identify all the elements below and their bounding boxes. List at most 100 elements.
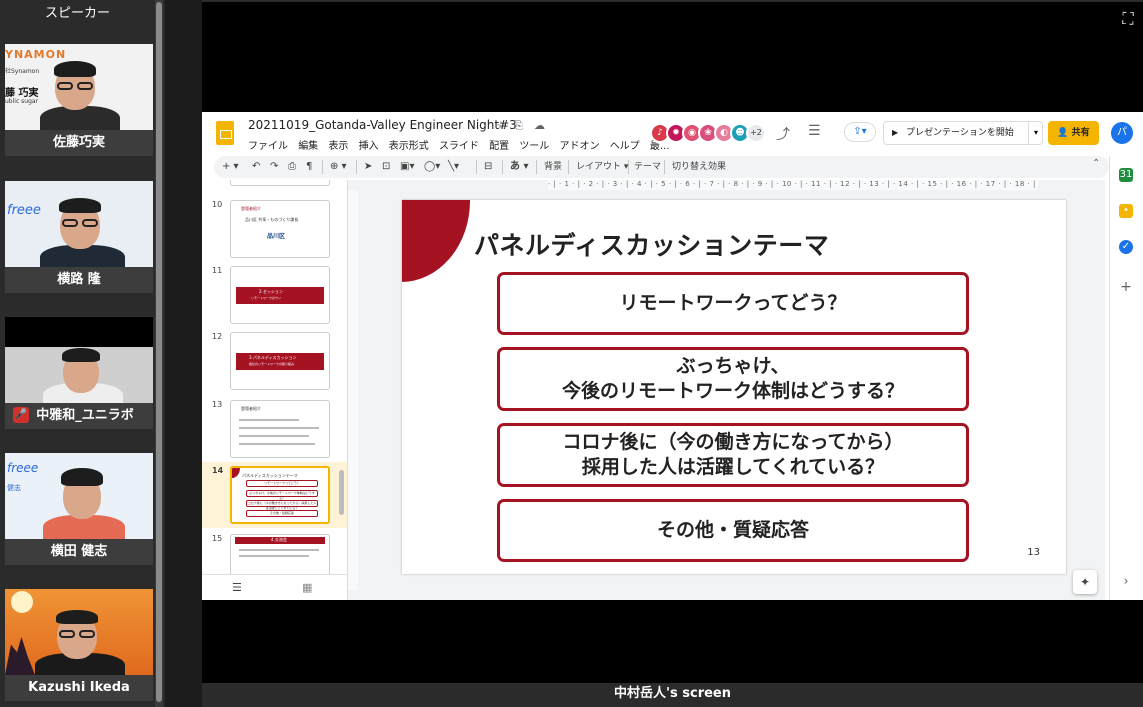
layout-button[interactable]: レイアウト ▾ [576, 160, 628, 174]
title-bar: 20211019_Gotanda-Valley Engineer Night#3… [202, 112, 1143, 156]
menu-addons[interactable]: アドオン [560, 141, 600, 152]
keep-icon[interactable]: • [1119, 204, 1133, 218]
explore-icon[interactable]: ✦ [1073, 570, 1097, 594]
zoom-icon[interactable]: ⊕ ▾ [330, 160, 347, 174]
move-folder-icon[interactable]: ⎘ [514, 119, 523, 133]
meet-icon[interactable]: ⇪▾ [844, 122, 876, 142]
menu-file[interactable]: ファイル [248, 141, 288, 152]
virtual-bg-logo: YNAMON [5, 48, 67, 61]
virtual-bg-logo: freee [7, 203, 41, 218]
menu-insert[interactable]: 挿入 [359, 141, 379, 152]
castle-graphic [5, 637, 35, 675]
participant-video [5, 589, 153, 675]
topic-box[interactable]: その他・質疑応答 [497, 499, 969, 562]
slides-logo-icon[interactable] [216, 121, 234, 145]
sidebar-scrollbar-thumb[interactable] [156, 2, 162, 702]
screen-share-label: 中村岳人's screen [202, 683, 1143, 707]
menu-slide[interactable]: スライド [439, 141, 479, 152]
participant-tile[interactable]: YNAMON 社Synamon 藤 巧実 ublic sugar 佐藤巧実 [5, 44, 153, 156]
slide-thumbnail[interactable]: 2.セッション リモートワークのウソ [230, 266, 330, 324]
participant-name: 佐藤巧実 [5, 130, 153, 156]
topic-box[interactable]: ぶっちゃけ、 今後のリモートワーク体制はどうする？ [497, 347, 969, 411]
slide-filmstrip: 10 登壇者紹介 品川区 共享・ものづくり課長 品川区 11 2.セッション リ… [202, 180, 348, 600]
slide-thumbnail-active[interactable]: パネルディスカッションテーマ リモートワークってどう？ ぶっちゃけ、今後のリモー… [230, 466, 330, 524]
current-slide[interactable]: パネルディスカッションテーマ リモートワークってどう？ ぶっちゃけ、 今後のリモ… [402, 200, 1066, 574]
participant-video: freee [5, 181, 153, 267]
comment-icon[interactable]: ⊟ [484, 160, 492, 174]
mic-muted-icon: 🎤 [13, 407, 29, 423]
menu-help[interactable]: ヘルプ [610, 141, 640, 152]
share-button[interactable]: 👤 共有 [1048, 121, 1099, 145]
slide-canvas: · | · 1 · | · 2 · | · 3 · | · 4 · | · 5 … [348, 180, 1105, 600]
slide-thumbnail[interactable]: 3.パネルディスカッション 各社のリモートワークの取り組み [230, 332, 330, 390]
slide-title[interactable]: パネルディスカッションテーマ [474, 226, 829, 262]
calendar-icon[interactable]: 31 [1119, 168, 1133, 182]
slide-thumbnail[interactable]: 登壇者紹介 [230, 400, 330, 458]
toolbar: + ▾ ↶ ↷ ⎙ ¶ ⊕ ▾ ➤ ⊡ ▣▾ ◯▾ ╲▾ ⊟ あ ▾ 背景 レイ… [214, 156, 1109, 178]
filmstrip-view-icon[interactable]: ☰ [232, 581, 242, 594]
more-collaborators-badge[interactable]: +2 [746, 123, 766, 143]
google-slides-app: 20211019_Gotanda-Valley Engineer Night#3… [202, 112, 1143, 600]
slide-thumbnail[interactable]: 登壇者紹介 品川区 共享・ものづくり課長 品川区 [230, 200, 330, 258]
document-title[interactable]: 20211019_Gotanda-Valley Engineer Night#3 [248, 118, 517, 132]
present-dropdown-icon[interactable]: ▾ [1028, 121, 1043, 145]
participant-tile[interactable]: 中雅和_ユニラボ 🎤 [5, 317, 153, 429]
participant-video: freee 健志 [5, 453, 153, 539]
slide-number: 13 [1027, 547, 1040, 558]
activity-trend-icon[interactable]: ⤴ [776, 124, 790, 144]
undo-icon[interactable]: ↶ [252, 160, 260, 174]
menu-tools[interactable]: ツール [519, 141, 549, 152]
theme-button[interactable]: テーマ [634, 160, 661, 174]
topic-box[interactable]: リモートワークってどう？ [497, 272, 969, 335]
cloud-status-icon[interactable]: ☁ [534, 119, 545, 132]
participant-tile[interactable]: Kazushi Ikeda [5, 589, 153, 701]
print-icon[interactable]: ⎙ [288, 160, 296, 174]
add-addon-icon[interactable]: + [1119, 280, 1133, 294]
side-panel: 31 • ✓ + › [1109, 156, 1143, 600]
horizontal-ruler: · | · 1 · | · 2 · | · 3 · | · 4 · | · 5 … [548, 180, 1038, 190]
participant-video [5, 317, 153, 403]
expand-panel-icon[interactable]: › [1119, 574, 1133, 588]
textbox-icon[interactable]: ⊡ [382, 160, 390, 174]
menu-edit[interactable]: 編集 [298, 141, 318, 152]
participant-tile[interactable]: freee 健志 横田 健志 [5, 453, 153, 565]
comment-history-icon[interactable]: ☰ [808, 123, 821, 139]
shape-icon[interactable]: ◯▾ [424, 160, 440, 174]
menu-view[interactable]: 表示 [328, 141, 348, 152]
menu-bar: ファイル 編集 表示 挿入 表示形式 スライド 配置 ツール アドオン ヘルプ … [248, 137, 676, 152]
moon-graphic [11, 591, 33, 613]
user-avatar[interactable]: パ [1111, 122, 1133, 144]
filmstrip-scrollbar[interactable] [339, 470, 344, 515]
participant-name: Kazushi Ikeda [5, 675, 153, 701]
participant-name: 横路 隆 [5, 267, 153, 293]
virtual-bg-logo: freee [7, 461, 39, 475]
background-button[interactable]: 背景 [544, 160, 562, 174]
participant-name: 横田 健志 [5, 539, 153, 565]
redo-icon[interactable]: ↷ [270, 160, 278, 174]
select-icon[interactable]: ➤ [364, 160, 372, 174]
line-icon[interactable]: ╲▾ [448, 160, 459, 174]
present-button[interactable]: プレゼンテーションを開始 [883, 121, 1043, 145]
new-slide-icon[interactable]: + ▾ [222, 160, 239, 174]
transition-button[interactable]: 切り替え効果 [672, 160, 726, 174]
fullscreen-icon[interactable]: ⛶ [1119, 10, 1137, 28]
vertical-ruler [348, 190, 358, 590]
paint-format-icon[interactable]: ¶ [306, 160, 312, 174]
menu-format[interactable]: 表示形式 [389, 141, 429, 152]
participant-video: YNAMON 社Synamon 藤 巧実 ublic sugar [5, 44, 153, 130]
grid-view-icon[interactable]: ▦ [302, 581, 312, 594]
image-icon[interactable]: ▣▾ [400, 160, 414, 174]
speaker-sidebar: スピーカー YNAMON 社Synamon 藤 巧実 ublic sugar 佐… [0, 0, 165, 707]
collapse-menu-icon[interactable]: ⌃ [1092, 158, 1100, 169]
slide-corner-accent [402, 200, 470, 282]
slide-thumbnail[interactable] [230, 180, 330, 186]
star-icon[interactable]: ☆ [496, 119, 506, 132]
tasks-icon[interactable]: ✓ [1119, 240, 1133, 254]
sidebar-title: スピーカー [44, 6, 110, 21]
zoom-window: スピーカー YNAMON 社Synamon 藤 巧実 ublic sugar 佐… [0, 0, 1143, 707]
filmstrip-view-toggle: ☰ ▦ [202, 574, 347, 600]
topic-box[interactable]: コロナ後に（今の働き方になってから） 採用した人は活躍してくれている？ [497, 423, 969, 487]
participant-tile[interactable]: freee 横路 隆 [5, 181, 153, 293]
text-style-dropdown[interactable]: あ ▾ [510, 160, 529, 174]
menu-arrange[interactable]: 配置 [489, 141, 509, 152]
